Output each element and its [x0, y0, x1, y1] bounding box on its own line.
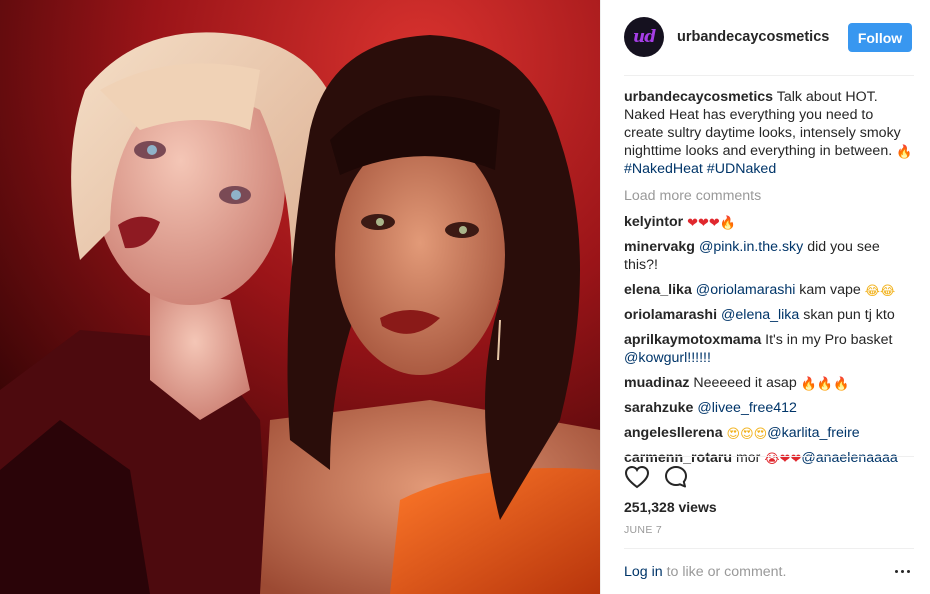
avatar[interactable]: ud — [624, 17, 664, 57]
comment-text: It's in my Pro basket — [761, 332, 893, 348]
post-photo[interactable] — [0, 0, 600, 594]
comment-mention[interactable]: @kowgurl!!!!!! — [624, 350, 711, 366]
comment-username[interactable]: oriolamarashi — [624, 307, 717, 323]
comment-emoji: 😂😂 — [864, 284, 896, 299]
comments-divider — [624, 456, 914, 457]
comment-text: kam vape — [795, 282, 865, 298]
comment-username[interactable]: sarahzuke — [624, 400, 693, 416]
login-prompt: Log in to like or comment. — [624, 564, 786, 580]
comment: aprilkaymotoxmama It's in my Pro basket … — [624, 331, 916, 367]
comment-username[interactable]: kelyintor — [624, 214, 683, 230]
comment-username[interactable]: angelesllerena — [624, 425, 723, 441]
comment-emoji: 😍😍😍 — [726, 427, 768, 442]
caption-hashtags[interactable]: #NakedHeat #UDNaked — [624, 161, 776, 177]
comment-username[interactable]: muadinaz — [624, 375, 689, 391]
comment-mention[interactable]: @elena_lika — [721, 307, 799, 323]
comment-emoji: 🔥🔥🔥 — [800, 377, 850, 392]
load-more-comments[interactable]: Load more comments — [624, 187, 916, 205]
photo-illustration — [0, 0, 600, 594]
comment: muadinaz Neeeeed it asap 🔥🔥🔥 — [624, 374, 916, 392]
fire-emoji: 🔥 — [896, 145, 913, 160]
comment-list: urbandecaycosmetics Talk about HOT. Nake… — [624, 88, 916, 474]
header-username[interactable]: urbandecaycosmetics — [677, 29, 829, 45]
comment-username[interactable]: minervakg — [624, 239, 695, 255]
comment-username[interactable]: aprilkaymotoxmama — [624, 332, 761, 348]
post-header: ud urbandecaycosmetics Follow — [601, 0, 930, 76]
comment-emoji: ❤❤❤🔥 — [687, 216, 736, 231]
comment-icon[interactable] — [664, 465, 688, 489]
caption: urbandecaycosmetics Talk about HOT. Nake… — [624, 88, 916, 178]
comment-mention[interactable]: @oriolamarashi — [696, 282, 796, 298]
comment-text: Neeeeed it asap — [689, 375, 801, 391]
comment-username[interactable]: elena_lika — [624, 282, 692, 298]
login-link[interactable]: Log in — [624, 564, 663, 580]
view-count[interactable]: 251,328 views — [624, 499, 717, 515]
comment-mention[interactable]: @karlita_freire — [767, 425, 859, 441]
comment: sarahzuke @livee_free412 — [624, 399, 916, 417]
footer-divider — [624, 548, 914, 549]
login-prompt-text: to like or comment. — [662, 564, 787, 580]
comment-mention[interactable]: @pink.in.the.sky — [699, 239, 803, 255]
comment: minervakg @pink.in.the.sky did you see t… — [624, 238, 916, 274]
more-dots-icon[interactable] — [895, 570, 910, 573]
comment-mention[interactable]: @livee_free412 — [697, 400, 797, 416]
post-date[interactable]: JUNE 7 — [624, 524, 662, 536]
comment-text: mor — [732, 450, 765, 466]
instagram-post: ud urbandecaycosmetics Follow urbandecay… — [0, 0, 930, 594]
heart-outline-icon[interactable] — [624, 465, 650, 489]
comment: oriolamarashi @elena_lika skan pun tj kt… — [624, 306, 916, 324]
avatar-logo: ud — [632, 27, 656, 47]
action-bar — [624, 465, 688, 489]
comment: kelyintor ❤❤❤🔥 — [624, 213, 916, 231]
comment-mention[interactable]: @anaelenaaaa — [801, 450, 897, 466]
comment: elena_lika @oriolamarashi kam vape 😂😂 — [624, 281, 916, 299]
comment-text: skan pun tj kto — [799, 307, 895, 323]
follow-button[interactable]: Follow — [848, 23, 912, 52]
caption-username[interactable]: urbandecaycosmetics — [624, 89, 773, 105]
header-divider — [624, 75, 914, 76]
comment-username[interactable]: carmenn_rotaru — [624, 450, 732, 466]
comment: angelesllerena 😍😍😍@karlita_freire — [624, 424, 916, 442]
post-sidebar: ud urbandecaycosmetics Follow urbandecay… — [600, 0, 930, 594]
